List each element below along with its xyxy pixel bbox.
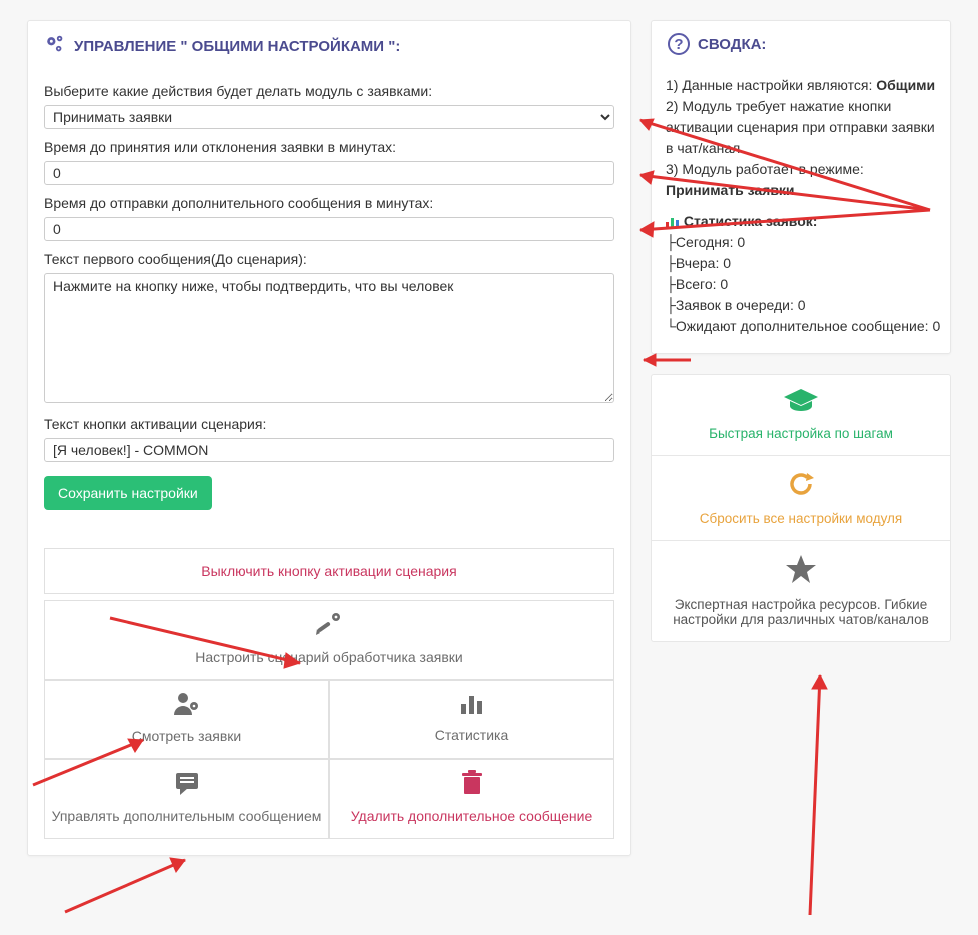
stat-await: └Ожидают дополнительное сообщение: 0 bbox=[666, 316, 936, 337]
stats-header: Статистика заявок: bbox=[666, 211, 936, 232]
summary-header: ? СВОДКА: bbox=[652, 21, 950, 65]
reset-settings-card[interactable]: Сбросить все настройки модуля bbox=[652, 456, 950, 541]
time-extra-label: Время до отправки дополнительного сообще… bbox=[44, 195, 614, 211]
time-extra-input[interactable] bbox=[44, 217, 614, 241]
stat-queue: ├Заявок в очереди: 0 bbox=[666, 295, 936, 316]
first-msg-textarea[interactable]: Нажмите на кнопку ниже, чтобы подтвердит… bbox=[44, 273, 614, 403]
trash-icon bbox=[461, 770, 483, 802]
quick-setup-card[interactable]: Быстрая настройка по шагам bbox=[652, 375, 950, 456]
refresh-icon bbox=[787, 470, 815, 505]
summary-line-2: 2) Модуль требует нажатие кнопки активац… bbox=[666, 96, 936, 159]
tile-manage-extra-message[interactable]: Управлять дополнительным сообщением bbox=[44, 759, 329, 839]
summary-line-3: 3) Модуль работает в режиме: Принимать з… bbox=[666, 159, 936, 201]
main-panel-header: УПРАВЛЕНИЕ " ОБЩИМИ НАСТРОЙКАМИ ": bbox=[28, 21, 630, 69]
tile-label: Статистика bbox=[435, 727, 509, 743]
message-icon bbox=[173, 770, 201, 802]
bar-chart-icon bbox=[459, 692, 485, 722]
summary-panel: ? СВОДКА: 1) Данные настройки являются: … bbox=[651, 20, 951, 354]
gears-icon bbox=[44, 33, 66, 59]
graduation-cap-icon bbox=[784, 389, 818, 420]
tile-configure-scenario[interactable]: Настроить сценарий обработчика заявки bbox=[44, 600, 614, 680]
user-gear-icon bbox=[173, 691, 201, 723]
tile-delete-extra-message[interactable]: Удалить дополнительное сообщение bbox=[329, 759, 614, 839]
summary-line-1: 1) Данные настройки являются: Общими bbox=[666, 75, 936, 96]
main-panel-title: УПРАВЛЕНИЕ " ОБЩИМИ НАСТРОЙКАМИ ": bbox=[74, 38, 400, 55]
save-button[interactable]: Сохранить настройки bbox=[44, 476, 212, 510]
pencil-gear-icon bbox=[314, 611, 344, 643]
card-label: Сбросить все настройки модуля bbox=[700, 511, 902, 526]
card-label: Экспертная настройка ресурсов. Гибкие на… bbox=[662, 597, 940, 627]
tile-label: Удалить дополнительное сообщение bbox=[351, 808, 593, 824]
summary-title: СВОДКА: bbox=[698, 36, 766, 53]
question-icon: ? bbox=[668, 33, 690, 55]
side-quick-actions: Быстрая настройка по шагам Сбросить все … bbox=[651, 374, 951, 642]
mini-chart-icon bbox=[666, 213, 680, 234]
tile-view-requests[interactable]: Смотреть заявки bbox=[44, 680, 329, 760]
expert-settings-card[interactable]: Экспертная настройка ресурсов. Гибкие на… bbox=[652, 541, 950, 641]
stat-today: ├Сегодня: 0 bbox=[666, 232, 936, 253]
star-icon bbox=[786, 555, 816, 591]
action-tiles: Настроить сценарий обработчика заявки См… bbox=[44, 600, 614, 839]
time-accept-label: Время до принятия или отклонения заявки … bbox=[44, 139, 614, 155]
button-text-label: Текст кнопки активации сценария: bbox=[44, 416, 614, 432]
card-label: Быстрая настройка по шагам bbox=[709, 426, 893, 441]
first-msg-label: Текст первого сообщения(До сценария): bbox=[44, 251, 614, 267]
button-text-input[interactable] bbox=[44, 438, 614, 462]
disable-activation-button[interactable]: Выключить кнопку активации сценария bbox=[44, 548, 614, 594]
main-settings-panel: УПРАВЛЕНИЕ " ОБЩИМИ НАСТРОЙКАМИ ": Выбер… bbox=[27, 20, 631, 856]
tile-statistics[interactable]: Статистика bbox=[329, 680, 614, 760]
tile-label: Настроить сценарий обработчика заявки bbox=[195, 649, 462, 665]
tile-label: Смотреть заявки bbox=[132, 728, 242, 744]
action-select[interactable]: Принимать заявки bbox=[44, 105, 614, 129]
tile-label: Управлять дополнительным сообщением bbox=[52, 808, 322, 824]
stat-yesterday: ├Вчера: 0 bbox=[666, 253, 936, 274]
action-select-label: Выберите какие действия будет делать мод… bbox=[44, 83, 614, 99]
time-accept-input[interactable] bbox=[44, 161, 614, 185]
stat-total: ├Всего: 0 bbox=[666, 274, 936, 295]
